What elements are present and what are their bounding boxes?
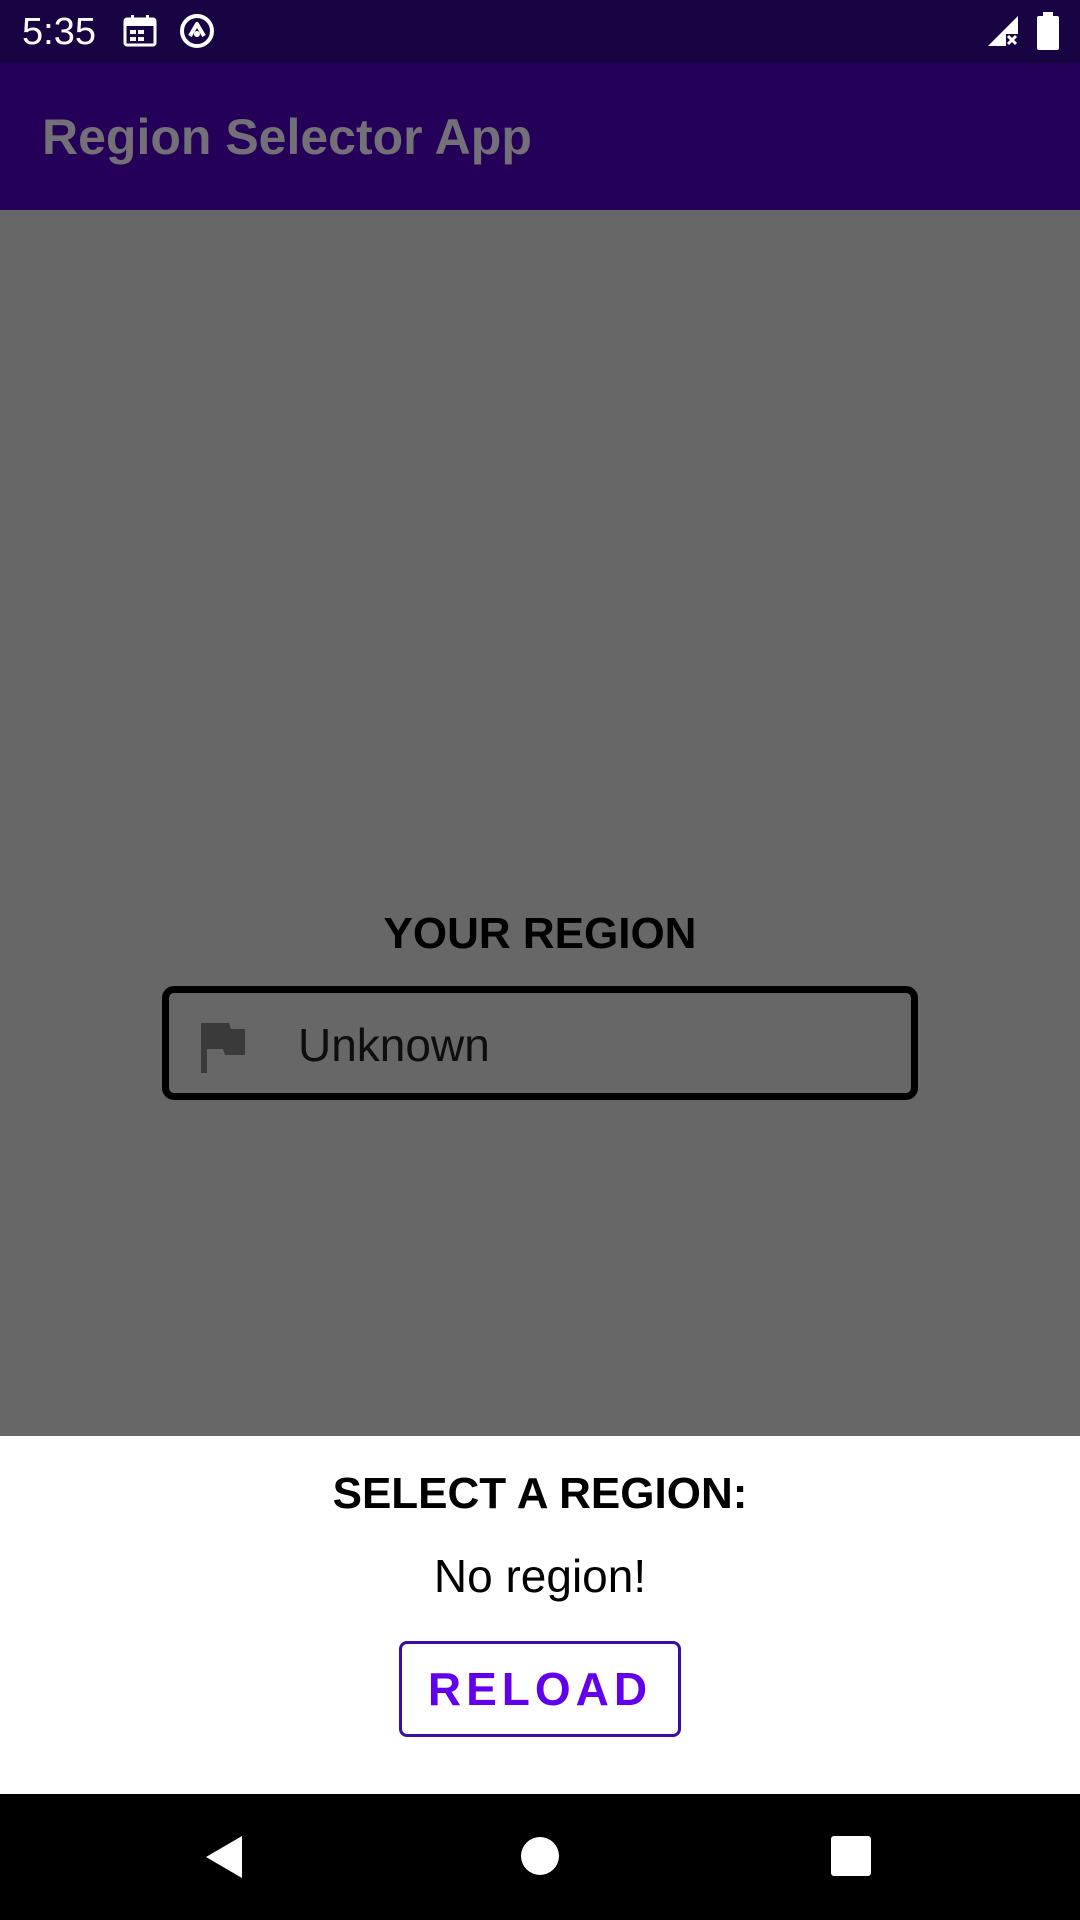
- bottom-sheet: SELECT A REGION: No region! RELOAD: [0, 1436, 1080, 1794]
- signal-icon: [988, 16, 1018, 46]
- select-region-heading: SELECT A REGION:: [332, 1469, 748, 1518]
- app-title: Region Selector App: [42, 109, 532, 165]
- flag-icon: [201, 1023, 245, 1073]
- your-region-heading: YOUR REGION: [383, 909, 697, 958]
- no-region-message: No region!: [433, 1550, 647, 1602]
- current-region-box: Unknown: [162, 986, 918, 1100]
- back-icon[interactable]: [204, 1834, 244, 1880]
- recents-icon[interactable]: [831, 1836, 871, 1876]
- reload-button[interactable]: RELOAD: [399, 1641, 681, 1737]
- status-bar: 5:35: [0, 0, 1080, 63]
- battery-icon: [1037, 12, 1059, 50]
- calendar-icon: [123, 15, 157, 47]
- status-time: 5:35: [22, 11, 96, 53]
- region-value: Unknown: [298, 1019, 490, 1071]
- navigation-bar: [0, 1794, 1080, 1920]
- screen: 5:35 Region Selector App YOUR REGION Unk…: [0, 0, 1080, 1920]
- sync-circle-icon: [180, 14, 214, 48]
- home-icon[interactable]: [520, 1836, 560, 1876]
- main-content-scrim[interactable]: [0, 210, 1080, 1436]
- app-bar: Region Selector App: [0, 63, 1080, 210]
